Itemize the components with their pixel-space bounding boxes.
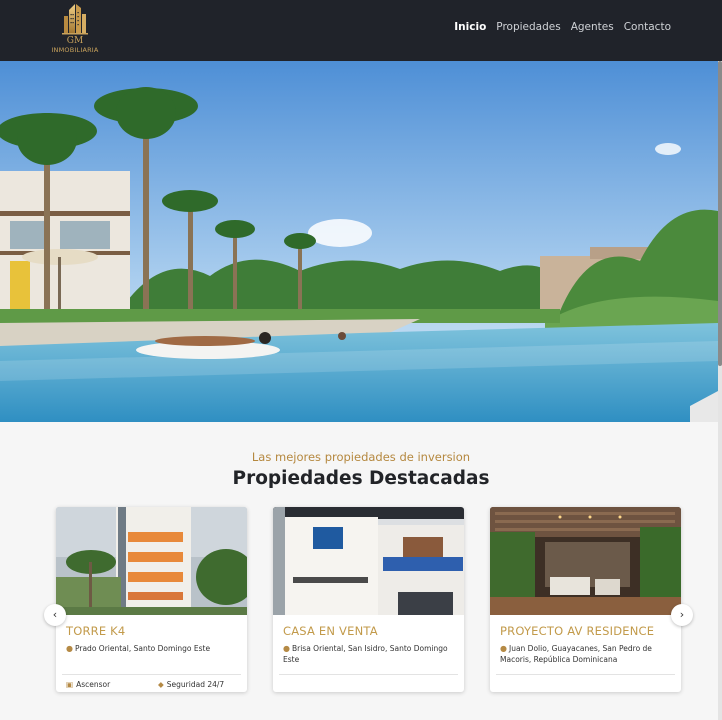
section-title: Propiedades Destacadas xyxy=(232,468,490,489)
main-nav: Inicio Propiedades Agentes Contacto xyxy=(454,21,671,33)
feature-security: ◆ Seguridad 24/7 xyxy=(158,680,224,689)
top-navbar: GM INMOBILIARIA Inicio Propiedades Agent… xyxy=(0,0,722,61)
card-divider xyxy=(496,674,675,675)
property-address-text: Brisa Oriental, San Isidro, Santo Doming… xyxy=(283,644,448,664)
logo-text: INMOBILIARIA xyxy=(51,46,99,54)
property-card-proyecto-av-residence[interactable]: PROYECTO AV RESIDENCE ● Juan Dolio, Guaya… xyxy=(490,507,681,692)
property-photo xyxy=(273,507,464,615)
carousel-prev-button[interactable]: ‹ xyxy=(44,604,66,626)
elevator-icon: ▣ xyxy=(66,680,74,689)
hero-image xyxy=(0,61,718,422)
nav-inicio[interactable]: Inicio xyxy=(454,21,486,33)
property-name[interactable]: TORRE K4 xyxy=(66,624,125,638)
map-pin-icon: ● xyxy=(283,644,290,653)
card-divider xyxy=(279,674,458,675)
section-eyebrow: Las mejores propiedades de inversion xyxy=(251,450,471,464)
property-photo xyxy=(490,507,681,615)
property-card-casa-en-venta[interactable]: CASA EN VENTA ● Brisa Oriental, San Isidr… xyxy=(273,507,464,692)
card-divider xyxy=(62,674,241,675)
feature-label: Seguridad 24/7 xyxy=(166,680,225,689)
carousel-next-button[interactable]: › xyxy=(671,604,693,626)
nav-agentes[interactable]: Agentes xyxy=(571,21,614,33)
nav-propiedades[interactable]: Propiedades xyxy=(496,21,560,33)
property-name[interactable]: PROYECTO AV RESIDENCE xyxy=(500,624,654,638)
property-address-text: Prado Oriental, Santo Domingo Este xyxy=(74,644,211,653)
building-logo-icon xyxy=(62,4,88,35)
property-address: ● Brisa Oriental, San Isidro, Santo Domin… xyxy=(283,643,458,665)
shield-icon: ◆ xyxy=(158,680,164,689)
feature-label: Ascensor xyxy=(76,680,111,689)
property-card-torre-k4[interactable]: TORRE K4 ● Prado Oriental, Santo Domingo … xyxy=(56,507,247,692)
property-photo xyxy=(56,507,247,615)
scrollbar-thumb[interactable] xyxy=(718,61,722,366)
property-name[interactable]: CASA EN VENTA xyxy=(283,624,378,638)
feature-elevator: ▣ Ascensor xyxy=(66,680,110,689)
property-address-text: Juan Dolio, Guayacanes, San Pedro de Mac… xyxy=(500,644,652,664)
nav-contacto[interactable]: Contacto xyxy=(624,21,671,33)
map-pin-icon: ● xyxy=(500,644,507,653)
property-address: ● Juan Dolio, Guayacanes, San Pedro de Ma… xyxy=(500,643,675,665)
property-address: ● Prado Oriental, Santo Domingo Este xyxy=(66,643,241,654)
map-pin-icon: ● xyxy=(66,644,73,653)
brand-logo[interactable]: GM INMOBILIARIA xyxy=(50,2,100,56)
logo-monogram: GM xyxy=(66,36,84,46)
